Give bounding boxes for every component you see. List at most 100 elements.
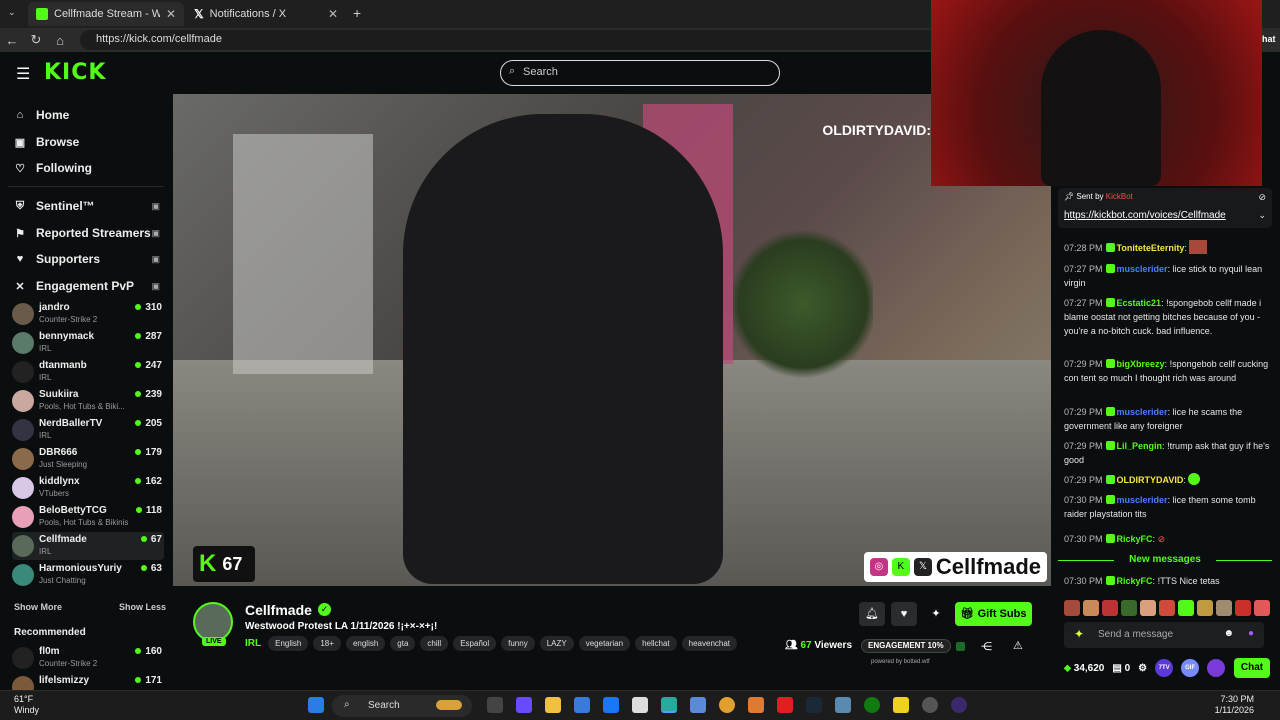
category-link[interactable]: IRL	[245, 638, 261, 649]
chat-send-button[interactable]: Chat	[1234, 658, 1270, 678]
show-more-link[interactable]: Show More	[14, 602, 62, 612]
emote-icon[interactable]	[1197, 600, 1213, 616]
amazon-icon[interactable]	[632, 697, 648, 713]
chat-username[interactable]: musclerider	[1117, 264, 1168, 274]
chevron-down-icon[interactable]: ⌄	[1258, 210, 1266, 221]
channel-item[interactable]: Suukiira Pools, Hot Tubs & Biki... 239	[12, 387, 164, 415]
gift-subs-button[interactable]: 🎁︎ Gift Subs	[955, 602, 1032, 626]
inventory-display[interactable]: ▤ 0	[1112, 663, 1130, 674]
taskbar-search[interactable]: ⌕ Search	[332, 695, 472, 717]
sidebar-item-supporters[interactable]: ♥ Supporters	[14, 252, 100, 266]
close-icon[interactable]: ✕	[328, 7, 338, 21]
sidebar-item-following[interactable]: ♡ Following	[14, 161, 92, 175]
app-icon[interactable]	[951, 697, 967, 713]
sidebar-item-reported-streamers[interactable]: ⚑ Reported Streamers	[14, 226, 151, 240]
follow-heart-button[interactable]: ♥	[891, 602, 917, 626]
edge-icon[interactable]	[661, 697, 677, 713]
xbox-icon[interactable]	[864, 697, 880, 713]
channel-item[interactable]: BeloBettyTCG Pools, Hot Tubs & Bikinis 1…	[12, 503, 164, 531]
emote-icon[interactable]	[1254, 600, 1270, 616]
search-input[interactable]: ⌕ Search	[500, 60, 780, 86]
channel-item[interactable]: kiddlynx VTubers 162	[12, 474, 164, 502]
channel-item[interactable]: fl0m Counter-Strike 2 160	[12, 644, 164, 672]
pin-icon[interactable]: ▣	[151, 281, 160, 292]
chat-username[interactable]: RickyFC	[1117, 534, 1153, 544]
copilot-icon[interactable]	[516, 697, 532, 713]
chrome-icon[interactable]	[719, 697, 735, 713]
facebook-icon[interactable]	[603, 697, 619, 713]
channel-item[interactable]: bennymack IRL 287	[12, 329, 164, 357]
close-icon[interactable]: ✕	[166, 7, 176, 21]
chat-username[interactable]: RickyFC	[1117, 576, 1153, 586]
tab-list-chevron-icon[interactable]: ⌄	[8, 7, 16, 18]
channel-item[interactable]: lifelsmizzy 171	[12, 673, 164, 690]
kick-logo[interactable]: KICK	[44, 60, 106, 85]
url-field[interactable]: https://kick.com/cellfmade	[80, 30, 940, 50]
back-icon[interactable]: ←	[0, 33, 24, 48]
chat-username[interactable]: OLDIRTYDAVID	[1117, 475, 1184, 485]
system-clock[interactable]: 7:30 PM 1/11/2026	[1215, 694, 1254, 716]
pinned-link[interactable]: https://kickbot.com/voices/Cellfmade	[1064, 210, 1226, 221]
weather-widget[interactable]: 61°F Windy	[14, 694, 39, 716]
points-display[interactable]: ⬥ 34,620	[1064, 663, 1104, 674]
extension-button[interactable]	[1207, 659, 1226, 677]
share-icon[interactable]: ⋲	[981, 640, 992, 653]
home-icon[interactable]: ⌂	[48, 33, 72, 48]
chat-username[interactable]: Ecstatic21	[1117, 298, 1162, 308]
hamburger-menu-icon[interactable]: ☰	[16, 64, 30, 84]
gif-button[interactable]: GIF	[1181, 659, 1200, 677]
sticky-notes-icon[interactable]	[893, 697, 909, 713]
app-icon[interactable]	[835, 697, 851, 713]
tag[interactable]: chill	[420, 636, 449, 651]
tag[interactable]: vegetarian	[578, 636, 631, 651]
chat-username[interactable]: ToniteteEternity	[1117, 243, 1185, 253]
warning-icon[interactable]: ⚠	[1013, 639, 1023, 652]
tab-kick[interactable]: Cellfmade Stream - Watch Li ✕	[28, 2, 184, 26]
chat-username[interactable]: musclerider	[1117, 407, 1168, 417]
chat-username[interactable]: bigXbreezy	[1117, 359, 1165, 369]
extension-icon[interactable]: ●	[1248, 628, 1254, 639]
emote-icon[interactable]	[1216, 600, 1232, 616]
tab-x[interactable]: 𝕏 Notifications / X ✕	[186, 2, 346, 26]
emoji-icon[interactable]: ☻	[1223, 628, 1234, 639]
sparkle-icon[interactable]: ✦	[923, 602, 949, 626]
new-messages-divider[interactable]: New messages	[1058, 554, 1272, 565]
notification-bell-button[interactable]: 🔔︎	[859, 602, 885, 626]
tag[interactable]: hellchat	[635, 636, 677, 651]
unpin-icon[interactable]: ⊘	[1258, 192, 1266, 203]
pin-icon[interactable]: ▣	[151, 254, 160, 265]
tag[interactable]: English	[268, 636, 309, 651]
square-icon[interactable]	[956, 642, 965, 651]
emote-icon[interactable]	[1064, 600, 1080, 616]
youtube-icon[interactable]	[777, 697, 793, 713]
pin-icon[interactable]: ▣	[151, 228, 160, 239]
streamer-name[interactable]: Cellfmade	[245, 602, 312, 618]
video-player[interactable]: OLDIRTYDAVID: K 67 ◎ K 𝕏 Cellfmade	[173, 94, 1051, 586]
pinned-message[interactable]: 📌︎ Sent by KickBot https://kickbot.com/v…	[1058, 188, 1272, 228]
emote-icon[interactable]	[1121, 600, 1137, 616]
file-explorer-icon[interactable]	[545, 697, 561, 713]
channel-item[interactable]: NerdBallerTV IRL 205	[12, 416, 164, 444]
obs-icon[interactable]	[922, 697, 938, 713]
tag[interactable]: english	[345, 636, 386, 651]
reload-icon[interactable]: ↻	[24, 32, 48, 48]
channel-item[interactable]: DBR666 Just Sleeping 179	[12, 445, 164, 473]
emote-icon[interactable]	[1235, 600, 1251, 616]
channel-item[interactable]: jandro Counter-Strike 2 310	[12, 300, 164, 328]
emote-icon[interactable]	[1178, 600, 1194, 616]
store-icon[interactable]	[574, 697, 590, 713]
calculator-icon[interactable]	[690, 697, 706, 713]
sidebar-item-browse[interactable]: ▣ Browse	[14, 135, 80, 149]
windows-start-icon[interactable]	[308, 697, 324, 713]
task-view-icon[interactable]	[487, 697, 503, 713]
channel-item[interactable]: HarmoniousYuriy Just Chatting 63	[12, 561, 164, 589]
tag[interactable]: LAZY	[539, 636, 574, 651]
emote-icon[interactable]	[1083, 600, 1099, 616]
tag[interactable]: Español	[453, 636, 497, 651]
show-less-link[interactable]: Show Less	[119, 602, 166, 612]
streamer-avatar[interactable]	[193, 602, 233, 642]
emote-icon[interactable]	[1140, 600, 1156, 616]
tag[interactable]: 18+	[313, 636, 341, 651]
sidebar-item-sentinel[interactable]: ⛨ Sentinel™	[14, 199, 164, 213]
tag[interactable]: gta	[390, 636, 416, 651]
